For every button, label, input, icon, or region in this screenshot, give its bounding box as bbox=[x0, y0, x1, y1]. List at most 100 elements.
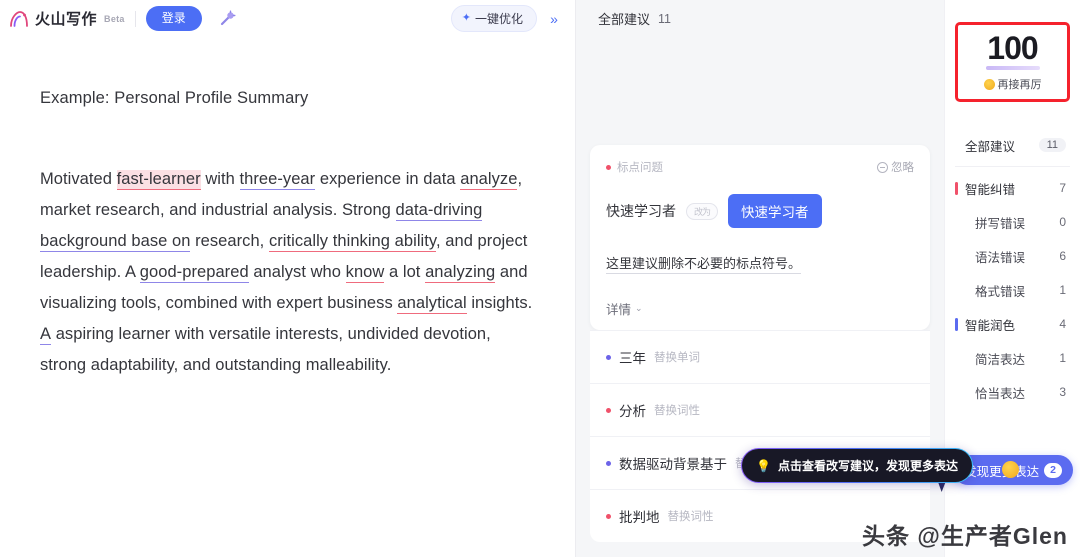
document-paragraph[interactable]: Motivated fast-learner with three-year e… bbox=[40, 164, 533, 381]
stat-name: 拼写错误 bbox=[975, 216, 1026, 231]
row-action: 替换单词 bbox=[654, 352, 700, 364]
row-word: 三年 bbox=[619, 351, 646, 366]
seg: aspiring learner with versatile interest… bbox=[40, 325, 491, 374]
seg: a lot bbox=[384, 263, 426, 281]
score-label: 再接再厉 bbox=[983, 76, 1042, 92]
beta-tag: Beta bbox=[104, 13, 125, 24]
toolbar-divider bbox=[134, 10, 136, 27]
row-action: 替换词性 bbox=[654, 405, 700, 417]
row-action: 替换词性 bbox=[667, 511, 714, 523]
seg: Motivated bbox=[40, 170, 117, 188]
stat-bar-icon bbox=[955, 139, 958, 152]
stat-bar-icon bbox=[955, 317, 958, 331]
row-dot-icon bbox=[606, 513, 611, 519]
stat-bar-icon bbox=[955, 284, 958, 297]
seg-analytical[interactable]: analytical bbox=[397, 294, 467, 314]
seg-three-year[interactable]: three-year bbox=[239, 170, 316, 190]
seg-good-prepared[interactable]: good-prepared bbox=[139, 263, 249, 283]
stat-count: 1 bbox=[1059, 351, 1066, 365]
suggestions-header: 全部建议 11 bbox=[576, 0, 944, 37]
stat-bar-icon bbox=[955, 250, 958, 263]
score-card: 100 再接再厉 bbox=[955, 22, 1070, 102]
editor-toolbar: 火山写作 Beta 登录 ✦ 一键优化 » bbox=[0, 0, 575, 37]
row-dot-icon bbox=[606, 407, 611, 413]
detail-label: 详情 bbox=[606, 303, 632, 317]
stat-count: 0 bbox=[1059, 215, 1066, 229]
stat-row-spelling[interactable]: 拼写错误 0 bbox=[945, 205, 1080, 239]
login-button[interactable]: 登录 bbox=[145, 6, 202, 31]
stat-bar-icon bbox=[955, 216, 958, 229]
sparkle-icon: ✦ bbox=[461, 12, 471, 24]
stat-name: 全部建议 bbox=[965, 139, 1016, 154]
suggestion-card-active[interactable]: 标点问题 忽略 快速学习者 改为 快速学习者 这里建议删除不必要的标点符号。 详… bbox=[590, 145, 930, 330]
row-dot-icon bbox=[606, 460, 611, 466]
one-click-optimize-button[interactable]: ✦ 一键优化 bbox=[450, 5, 537, 32]
editor-pane: 火山写作 Beta 登录 ✦ 一键优化 » Example: Personal … bbox=[0, 0, 576, 557]
stat-count: 1 bbox=[1059, 283, 1066, 297]
row-word: 数据驱动背景基于 bbox=[619, 457, 727, 472]
stat-row-format[interactable]: 格式错误 1 bbox=[945, 273, 1080, 307]
stat-count: 3 bbox=[1059, 385, 1066, 399]
app-root: 火山写作 Beta 登录 ✦ 一键优化 » Example: Personal … bbox=[0, 0, 1080, 557]
suggestion-row[interactable]: 三年 替换单词 bbox=[590, 330, 930, 383]
stat-row-polish[interactable]: 智能润色 4 bbox=[945, 307, 1080, 341]
stat-row-appropriate[interactable]: 恰当表达 3 bbox=[945, 375, 1080, 409]
stat-bar-icon bbox=[955, 352, 958, 365]
toolbar-right: ✦ 一键优化 » bbox=[450, 0, 567, 37]
smiley-icon bbox=[983, 78, 995, 90]
stats-list: 全部建议 11 智能纠错 7 拼写错误 0 语法错误 6 格式错误 1 智能润色… bbox=[945, 128, 1080, 409]
tooltip-text: 点击查看改写建议，发现更多表达 bbox=[777, 459, 958, 473]
stat-row-correction[interactable]: 智能纠错 7 bbox=[945, 171, 1080, 205]
seg-a[interactable]: A bbox=[40, 325, 52, 345]
document-title: Example: Personal Profile Summary bbox=[40, 89, 309, 107]
stat-name: 语法错误 bbox=[975, 250, 1026, 265]
suggestion-row[interactable]: 分析 替换词性 bbox=[590, 383, 930, 436]
watermark: 头条 @生产者Glen bbox=[862, 523, 1068, 549]
row-word: 批判地 bbox=[619, 510, 660, 525]
replace-arrow-chip: 改为 bbox=[686, 202, 719, 220]
card-tag: 标点问题 bbox=[606, 159, 663, 175]
stat-row-concise[interactable]: 简洁表达 1 bbox=[945, 341, 1080, 375]
original-word: 快速学习者 bbox=[606, 203, 676, 219]
brand: 火山写作 Beta bbox=[8, 8, 125, 29]
seg-analyzing[interactable]: analyzing bbox=[425, 263, 496, 283]
stat-count: 6 bbox=[1059, 249, 1066, 263]
seg: with bbox=[200, 170, 240, 188]
score-value: 100 bbox=[987, 30, 1038, 66]
stat-count: 7 bbox=[1059, 181, 1066, 195]
card-detail-toggle[interactable]: 详情 ⌄ bbox=[606, 299, 914, 318]
stat-row-grammar[interactable]: 语法错误 6 bbox=[945, 239, 1080, 273]
seg-analyze[interactable]: analyze bbox=[460, 170, 518, 190]
stat-name: 智能润色 bbox=[965, 318, 1016, 333]
ignore-button[interactable]: 忽略 bbox=[877, 159, 914, 175]
card-dot-icon bbox=[606, 164, 611, 170]
suggestions-title: 全部建议 bbox=[598, 12, 651, 27]
card-description: 这里建议删除不必要的标点符号。 bbox=[606, 253, 802, 274]
collapse-panel-icon[interactable]: » bbox=[541, 6, 567, 32]
card-replace-row: 快速学习者 改为 快速学习者 bbox=[606, 194, 914, 228]
suggestions-count: 11 bbox=[658, 11, 671, 26]
stat-name: 简洁表达 bbox=[975, 352, 1026, 367]
stat-name: 格式错误 bbox=[975, 284, 1026, 299]
chevron-down-icon: ⌄ bbox=[635, 303, 643, 313]
rewrite-tooltip: 💡 点击查看改写建议，发现更多表达 bbox=[741, 448, 973, 483]
volcano-logo-icon bbox=[8, 9, 30, 29]
seg-fast-learner[interactable]: fast-learner bbox=[116, 170, 201, 190]
lightbulb-icon: 💡 bbox=[756, 458, 771, 473]
seg-know[interactable]: know bbox=[345, 263, 385, 283]
seg: research, bbox=[190, 232, 269, 250]
stat-row-all[interactable]: 全部建议 11 bbox=[945, 128, 1080, 162]
apply-suggestion-button[interactable]: 快速学习者 bbox=[728, 194, 822, 228]
card-header: 标点问题 忽略 bbox=[606, 159, 914, 175]
seg: experience in data bbox=[315, 170, 461, 188]
seg-critically-thinking[interactable]: critically thinking ability bbox=[268, 232, 436, 252]
stat-bar-icon bbox=[955, 386, 958, 399]
score-underline bbox=[985, 66, 1040, 70]
card-tag-label: 标点问题 bbox=[617, 162, 663, 174]
emoji-overlay-icon bbox=[1002, 461, 1019, 478]
ignore-label: 忽略 bbox=[891, 162, 914, 174]
document-body[interactable]: Example: Personal Profile Summary Motiva… bbox=[0, 37, 575, 381]
optimize-label: 一键优化 bbox=[474, 12, 523, 26]
circle-minus-icon bbox=[877, 161, 888, 173]
magic-wand-icon[interactable] bbox=[214, 6, 240, 32]
